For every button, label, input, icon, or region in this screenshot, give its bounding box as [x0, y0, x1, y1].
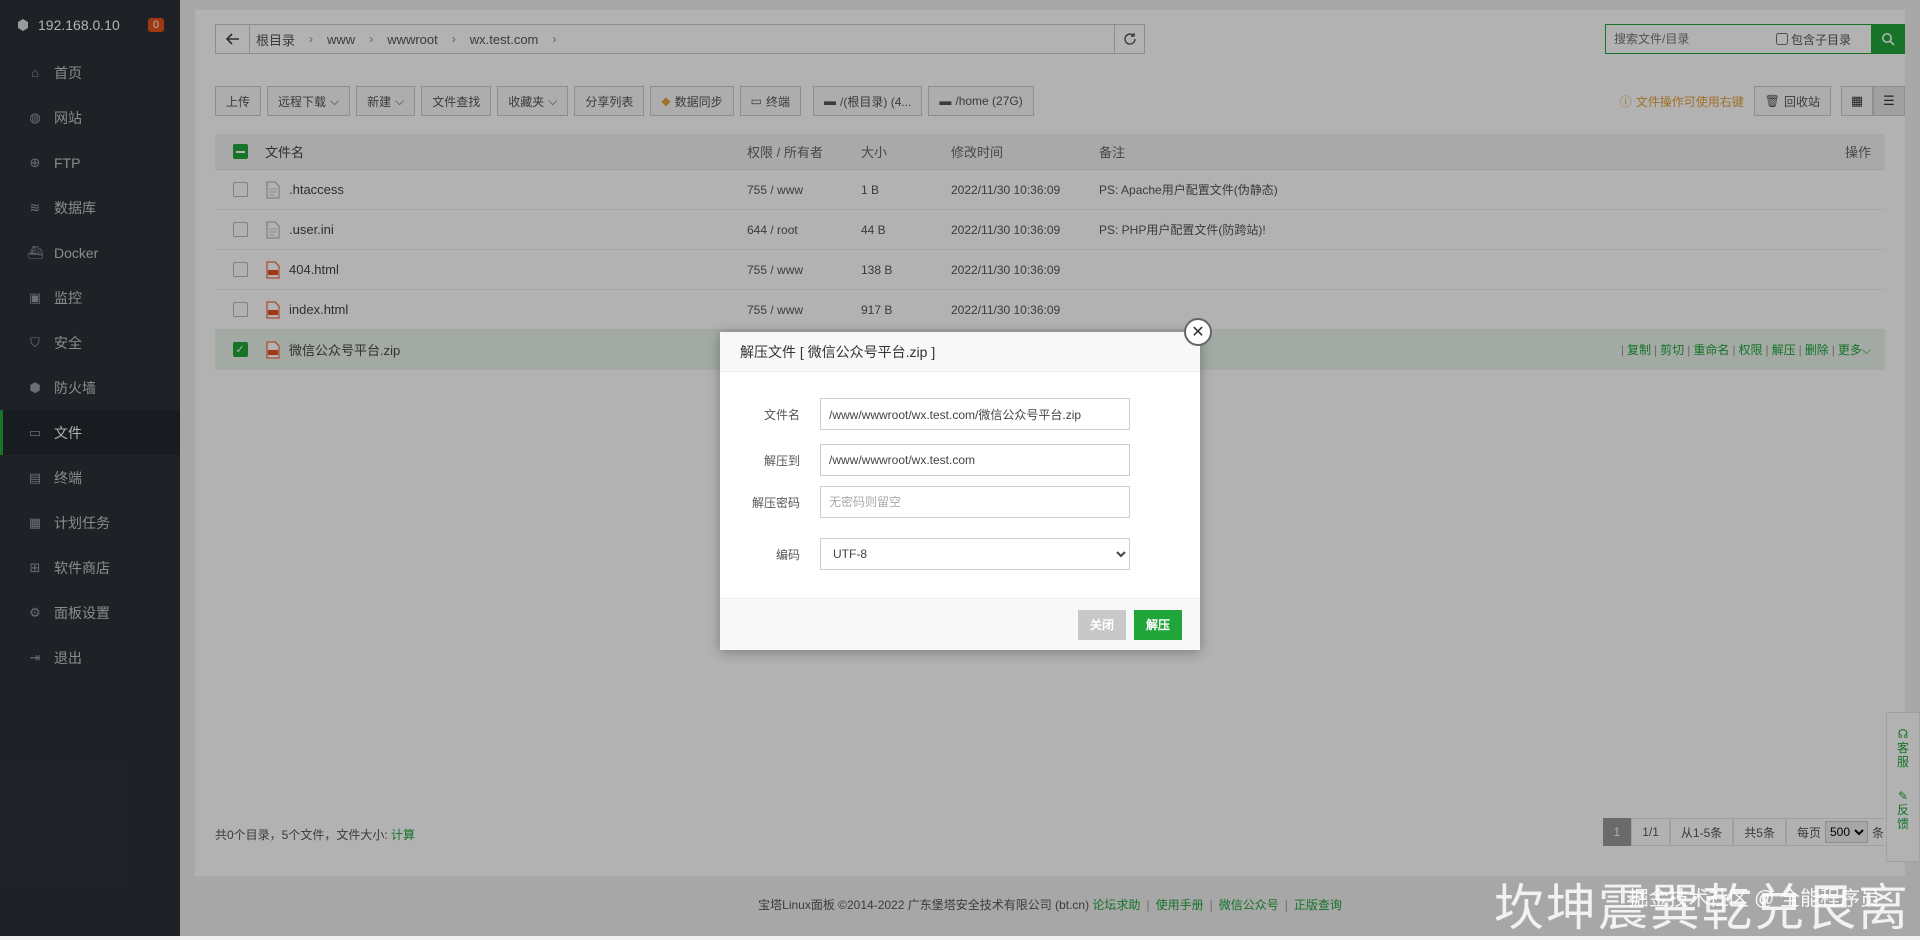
dest-field[interactable] [820, 444, 1130, 476]
cancel-button[interactable]: 关闭 [1077, 609, 1126, 640]
dest-label: 解压到 [763, 453, 800, 468]
password-label: 解压密码 [751, 495, 800, 510]
dialog-body: 文件名 解压到 解压密码 编码 UTF-8 [720, 372, 1200, 570]
encoding-select[interactable]: UTF-8 [820, 538, 1130, 570]
filename-field[interactable] [820, 398, 1130, 430]
unzip-button[interactable]: 解压 [1133, 609, 1182, 640]
dialog-footer: 关闭 解压 [720, 598, 1200, 650]
close-icon[interactable]: ✕ [1184, 318, 1212, 346]
watermark-source: 掘金技术社区 @ 全能程序员 [1628, 888, 1880, 910]
filename-label: 文件名 [763, 407, 800, 422]
unzip-dialog: 解压文件 [ 微信公众号平台.zip ] ✕ 文件名 解压到 解压密码 编码 U… [720, 318, 1212, 650]
dialog-title: 解压文件 [ 微信公众号平台.zip ] [720, 332, 1200, 372]
encoding-label: 编码 [775, 547, 800, 562]
password-field[interactable] [820, 486, 1130, 518]
